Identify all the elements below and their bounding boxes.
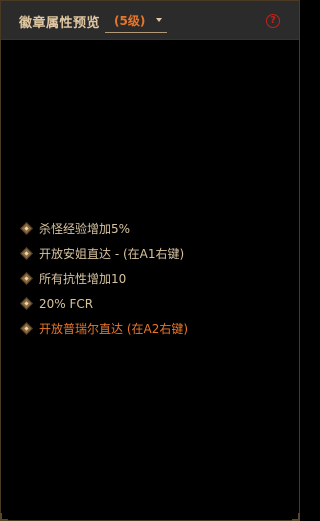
attribute-list: 杀怪经验增加5% 开放安姐直达 - (在A1右键) 所有抗性增加10 20% F… <box>20 219 291 344</box>
level-dropdown[interactable]: (5级) <box>105 7 167 33</box>
diamond-bullet-icon <box>20 247 33 260</box>
chevron-down-icon <box>156 18 162 22</box>
attribute-text: 开放普瑞尔直达 (在A2右键) <box>39 322 189 336</box>
corner-ornament-right <box>292 513 300 521</box>
corner-ornament-left <box>0 513 8 521</box>
panel-header: 徽章属性预览 (5级) ? <box>1 1 299 40</box>
attribute-text: 杀怪经验增加5% <box>39 222 131 236</box>
attribute-item: 杀怪经验增加5% <box>20 219 291 244</box>
attribute-item: 20% FCR <box>20 294 291 319</box>
diamond-bullet-icon <box>20 272 33 285</box>
help-icon[interactable]: ? <box>266 14 280 28</box>
attribute-text: 开放安姐直达 - (在A1右键) <box>39 247 185 261</box>
attribute-text: 所有抗性增加10 <box>39 272 127 286</box>
attribute-text: 20% FCR <box>39 297 94 311</box>
diamond-bullet-icon <box>20 297 33 310</box>
dropdown-underline <box>105 32 167 33</box>
attribute-item-highlighted: 开放普瑞尔直达 (在A2右键) <box>20 319 291 344</box>
diamond-bullet-icon <box>20 222 33 235</box>
diamond-bullet-icon <box>20 322 33 335</box>
badge-preview-panel: 徽章属性预览 (5级) ? 杀怪经验增加5% 开放安姐直达 - (在A1右键) … <box>0 0 300 521</box>
panel-title: 徽章属性预览 <box>19 16 101 31</box>
level-dropdown-value: (5级) <box>114 14 146 28</box>
attribute-item: 开放安姐直达 - (在A1右键) <box>20 244 291 269</box>
attribute-item: 所有抗性增加10 <box>20 269 291 294</box>
question-mark-glyph: ? <box>270 15 276 26</box>
